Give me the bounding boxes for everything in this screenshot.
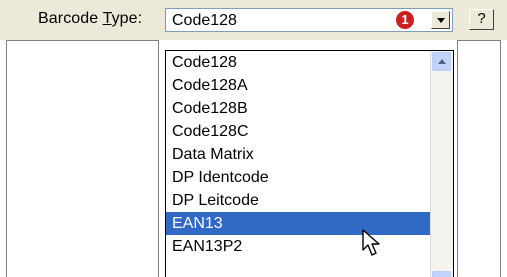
barcode-type-label: Barcode Type: <box>38 9 142 29</box>
dropdown-item[interactable]: EAN13 <box>166 212 431 235</box>
label-accelerator: T <box>102 10 112 27</box>
dropdown-item[interactable]: Code128B <box>166 97 431 120</box>
dropdown-item[interactable]: Code128A <box>166 74 431 97</box>
barcode-type-dropdown-list[interactable]: Code128 Code128A Code128B Code128C Data Matr… <box>165 50 454 277</box>
scroll-thumb[interactable] <box>432 271 451 277</box>
dropdown-items: Code128 Code128A Code128B Code128C Data Matr… <box>166 51 431 258</box>
combobox-value: Code128 <box>172 12 237 29</box>
dropdown-item[interactable]: Code128C <box>166 120 431 143</box>
callout-badge: 1 <box>396 11 414 29</box>
chevron-up-icon <box>438 59 446 64</box>
right-panel <box>457 40 501 277</box>
chevron-down-icon <box>437 18 445 23</box>
dropdown-item[interactable]: Data Matrix <box>166 143 431 166</box>
scroll-up-button[interactable] <box>432 52 451 71</box>
dropdown-item[interactable]: Code128 <box>166 51 431 74</box>
dropdown-item[interactable]: EAN13P2 <box>166 235 431 258</box>
mouse-pointer-icon <box>362 229 380 256</box>
dropdown-item[interactable]: DP Leitcode <box>166 189 431 212</box>
label-suffix: ype: <box>111 10 143 27</box>
left-panel <box>6 40 159 277</box>
dropdown-scrollbar[interactable] <box>430 51 453 277</box>
toolbar: Barcode Type: Code128 1 ? <box>0 0 507 40</box>
help-button[interactable]: ? <box>469 9 494 30</box>
label-prefix: Barcode <box>38 10 103 27</box>
combobox-dropdown-button[interactable] <box>431 11 450 29</box>
dropdown-item[interactable]: DP Identcode <box>166 166 431 189</box>
